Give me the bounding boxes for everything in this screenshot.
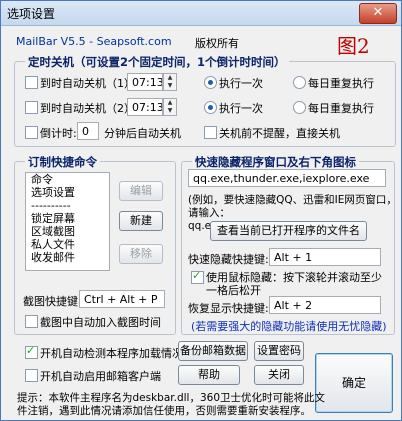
remove-button[interactable]: 移除 — [119, 244, 163, 264]
hide-window-title: 快速隐藏程序窗口及右下角图标 — [192, 154, 359, 170]
close-button[interactable]: 关闭 — [254, 365, 304, 385]
close-icon[interactable]: ✕ — [359, 3, 397, 24]
check-mail-checkbox[interactable] — [25, 369, 38, 382]
fixed1-daily-radio[interactable] — [293, 76, 306, 89]
shortcut-commands-title: 订制快捷命令 — [25, 154, 100, 170]
hide-note-link[interactable]: (若需要强大的隐藏功能请使用无忧隐藏) — [191, 318, 387, 334]
countdown-label: 倒计时: — [40, 127, 77, 140]
title-bar: 选项设置 ✕ — [1, 1, 401, 26]
list-item[interactable]: 私人文件 — [26, 238, 109, 251]
window-title: 选项设置 — [7, 7, 56, 21]
list-item[interactable]: ---------- — [26, 199, 109, 212]
fixed2-time-input[interactable]: 07:13 — [127, 98, 163, 116]
fixed2-checkbox[interactable] — [25, 101, 38, 114]
command-list[interactable]: 命令 选项设置 ---------- 锁定屏幕 区域截图 私人文件 收发邮件 — [25, 172, 110, 271]
restore-hotkey-label: 恢复显示快捷键: — [188, 302, 269, 315]
check-load-checkbox[interactable] — [25, 344, 38, 359]
countdown-checkbox[interactable] — [25, 126, 38, 139]
hide-hotkey-label: 快速隐藏快捷键: — [188, 253, 269, 266]
fixed2-time-spinner[interactable]: ▲ ▼ — [163, 98, 177, 116]
no-remind-checkbox[interactable] — [204, 126, 217, 139]
list-item[interactable]: 锁定屏幕 — [26, 212, 109, 225]
fixed2-daily-label: 每日重复执行 — [308, 102, 374, 115]
list-item[interactable]: 命令 — [26, 173, 109, 186]
restore-hotkey-input[interactable]: Alt + 2 — [269, 296, 381, 314]
fixed1-label: 到时自动关机（1） — [40, 77, 135, 90]
fixed2-daily-radio[interactable] — [293, 101, 306, 114]
no-remind-label: 关机前不提醒，直接关机 — [219, 127, 340, 140]
app-name: MailBar V5.5 - Seapsoft.com — [16, 35, 172, 48]
screenshot-hotkey-input[interactable]: Ctrl + Alt + P — [79, 290, 165, 308]
backup-mail-button[interactable]: 备份邮箱数据 — [178, 341, 248, 361]
check-mail-label: 开机自动启用邮箱客户端 — [40, 370, 161, 383]
fixed2-once-label: 执行一次 — [219, 102, 263, 115]
timer-shutdown-title: 定时关机（可设置2个固定时间，1个倒计时时间） — [25, 54, 289, 70]
edit-button[interactable]: 编辑 — [119, 181, 163, 201]
options-window: 选项设置 ✕ MailBar V5.5 - Seapsoft.com 版权所有 … — [0, 0, 402, 421]
ok-button[interactable]: 确定 — [315, 353, 393, 413]
copyright-label: 版权所有 — [195, 37, 239, 50]
list-item[interactable]: 选项设置 — [26, 186, 109, 199]
list-item[interactable]: 区域截图 — [26, 225, 109, 238]
help-button[interactable]: 帮助 — [178, 365, 240, 385]
auto-time-label: 截图中自动加入截图时间 — [40, 316, 161, 329]
screenshot-hotkey-label: 截图快捷键: — [23, 295, 82, 308]
fixed1-once-label: 执行一次 — [219, 77, 263, 90]
figure-label: 图2 — [337, 34, 370, 58]
fixed1-time-spinner[interactable]: ▲ ▼ — [163, 73, 177, 91]
mouse-wheel-label-line2: 一格后松开 — [206, 284, 261, 297]
fixed1-daily-label: 每日重复执行 — [308, 77, 374, 90]
hide-hotkey-input[interactable]: Alt + 1 — [269, 248, 381, 266]
fixed2-once-radio[interactable] — [204, 101, 217, 114]
fixed2-label: 到时自动关机（2） — [40, 102, 135, 115]
check-load-label: 开机自动检测本程序加载情况 — [40, 347, 183, 360]
countdown-suffix: 分钟后自动关机 — [104, 127, 181, 140]
mouse-wheel-checkbox[interactable] — [191, 269, 204, 284]
countdown-input[interactable]: 0 — [77, 122, 99, 140]
tip-line2: 件注销，遇到此情况请添加信任使用，否则需要重新安装程序。 — [17, 405, 311, 417]
list-item[interactable]: 收发邮件 — [26, 251, 109, 264]
fixed1-checkbox[interactable] — [25, 76, 38, 89]
fixed1-once-radio[interactable] — [204, 76, 217, 89]
set-password-button[interactable]: 设置密码 — [254, 341, 304, 361]
auto-time-checkbox[interactable] — [25, 315, 38, 328]
exe-list-input[interactable]: qq.exe,thunder.exe,iexplore.exe — [188, 169, 386, 187]
new-button[interactable]: 新建 — [119, 211, 163, 231]
view-open-programs-button[interactable]: 查看当前已打开程序的文件名 — [210, 221, 367, 241]
fixed1-time-input[interactable]: 07:13 — [127, 73, 163, 91]
